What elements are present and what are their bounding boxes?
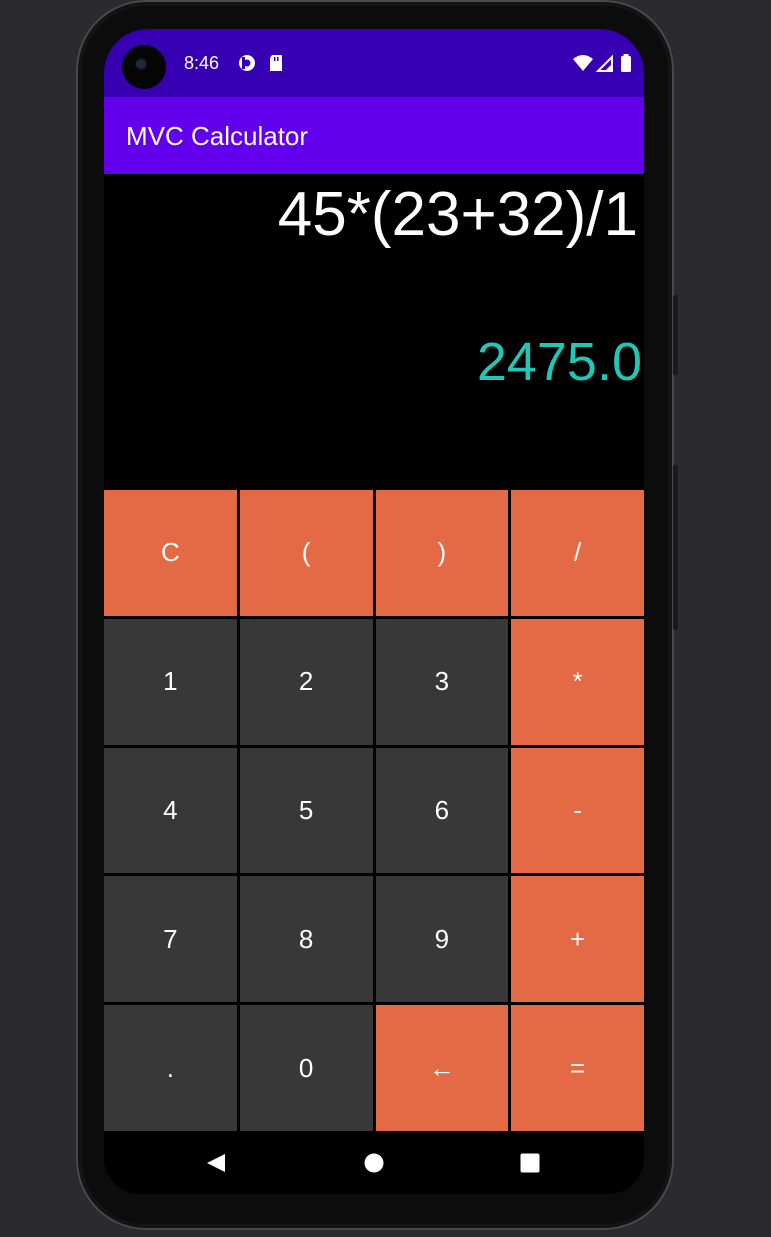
digit-9-button[interactable]: 9	[375, 876, 509, 1003]
app-title: MVC Calculator	[126, 121, 309, 151]
wifi-icon	[572, 53, 594, 71]
expression-display: 45*(23+32)/1	[277, 180, 638, 249]
status-time: 8:46	[184, 53, 220, 73]
app-bar: MVC Calculator	[104, 97, 644, 174]
digit-1-button[interactable]: 1	[104, 618, 237, 745]
equals-button[interactable]: =	[511, 1005, 644, 1131]
digit-4-button[interactable]: 4	[104, 747, 237, 874]
result-display: 2475.0	[476, 332, 642, 392]
digit-3-button[interactable]: 3	[375, 618, 509, 745]
battery-icon	[620, 53, 632, 72]
close-paren-button[interactable]: )	[375, 490, 509, 616]
digit-8-button[interactable]: 8	[239, 876, 373, 1003]
recents-icon[interactable]	[518, 1151, 542, 1175]
digit-0-button[interactable]: 0	[239, 1005, 373, 1131]
clear-button[interactable]: C	[104, 490, 237, 616]
device-screen: 8:46 MVC Calculator 45*(23+32)/1 2475.0 …	[104, 29, 644, 1194]
digit-6-button[interactable]: 6	[375, 747, 509, 874]
add-button[interactable]: +	[511, 876, 644, 1003]
multiply-button[interactable]: *	[511, 618, 644, 745]
notification-app-icon	[237, 53, 257, 71]
home-icon[interactable]	[362, 1151, 386, 1175]
front-camera	[122, 45, 166, 89]
subtract-button[interactable]: -	[511, 747, 644, 874]
digit-2-button[interactable]: 2	[239, 618, 373, 745]
open-paren-button[interactable]: (	[239, 490, 373, 616]
backspace-button[interactable]: ←	[375, 1005, 509, 1131]
signal-icon	[595, 53, 614, 72]
divide-button[interactable]: /	[511, 490, 644, 616]
digit-5-button[interactable]: 5	[239, 747, 373, 874]
back-icon[interactable]	[204, 1151, 228, 1175]
keypad: C()/ 1 2 3 * 4 5 6- 7 8 9 +. 0 ← =	[104, 490, 644, 1131]
decimal-button[interactable]: .	[104, 1005, 237, 1131]
sd-card-icon	[268, 53, 284, 71]
volume-button	[673, 465, 678, 630]
digit-7-button[interactable]: 7	[104, 876, 237, 1003]
status-bar: 8:46	[104, 29, 644, 97]
power-button	[673, 295, 678, 375]
navigation-bar	[104, 1131, 644, 1194]
